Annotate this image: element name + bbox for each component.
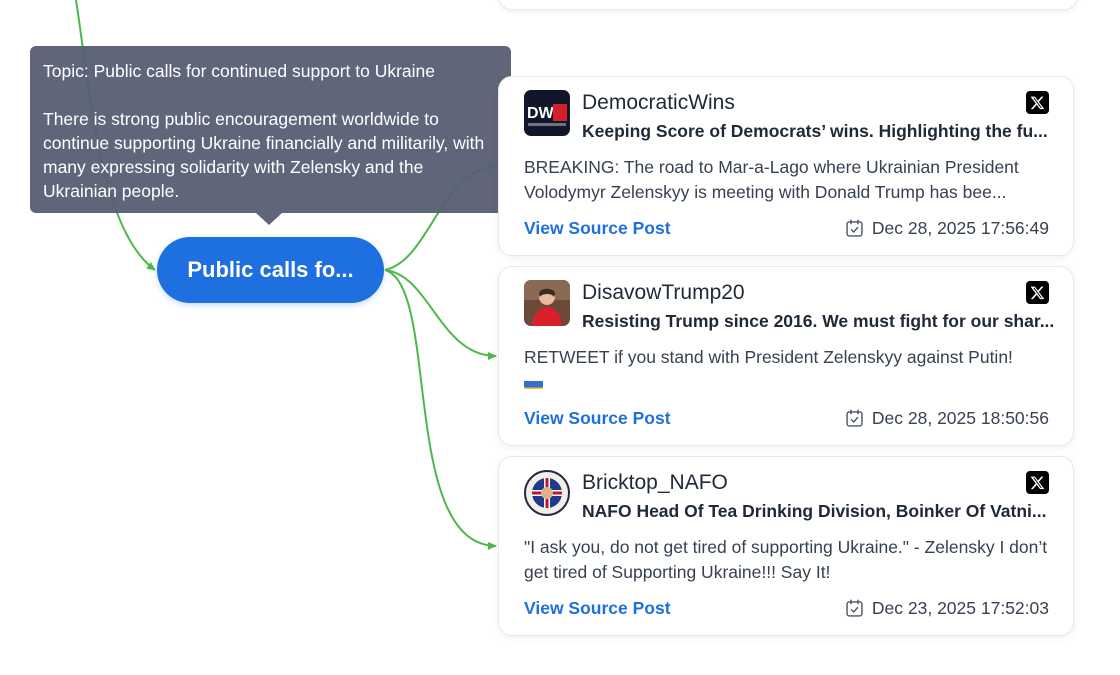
view-source-post-link[interactable]: View Source Post <box>524 218 671 239</box>
post-date-text: Dec 23, 2025 17:52:03 <box>871 598 1049 618</box>
post-text: "I ask you, do not get tired of supporti… <box>524 535 1054 585</box>
tooltip-body: There is strong public encouragement wor… <box>43 109 485 201</box>
post-text: BREAKING: The road to Mar-a-Lago where U… <box>524 155 1054 205</box>
x-logo-icon[interactable] <box>1026 471 1049 494</box>
author-name[interactable]: Bricktop_NAFO <box>582 471 728 495</box>
post-card: DisavowTrump20 Resisting Trump since 201… <box>498 266 1074 446</box>
post-text-content: "I ask you, do not get tired of supporti… <box>524 537 1048 582</box>
post-date: Dec 28, 2025 18:50:56 <box>844 408 1049 429</box>
author-bio: Keeping Score of Democrats’ wins. Highli… <box>582 121 1048 141</box>
post-text-content: BREAKING: The road to Mar-a-Lago where U… <box>524 157 1019 202</box>
author-bio: Resisting Trump since 2016. We must figh… <box>582 311 1055 331</box>
avatar: DWM <box>524 90 570 136</box>
calendar-icon <box>846 219 863 237</box>
calendar-icon <box>846 409 863 427</box>
post-date-text: Dec 28, 2025 18:50:56 <box>871 408 1049 428</box>
view-source-post-link[interactable]: View Source Post <box>524 408 671 429</box>
x-logo-icon[interactable] <box>1026 281 1049 304</box>
connector-to-post-2 <box>384 269 497 360</box>
topic-node[interactable]: Public calls fo... <box>157 237 384 303</box>
x-logo-icon[interactable] <box>1026 91 1049 114</box>
tooltip-arrow <box>256 213 282 225</box>
avatar <box>524 280 570 326</box>
previous-post-card-edge <box>498 0 1078 10</box>
avatar <box>524 470 570 516</box>
author-name[interactable]: DisavowTrump20 <box>582 281 745 305</box>
post-date: Dec 23, 2025 17:52:03 <box>844 598 1049 619</box>
tooltip-title: Topic: Public calls for continued suppor… <box>43 61 436 81</box>
connector-to-post-3 <box>384 269 497 550</box>
calendar-icon <box>846 599 863 617</box>
view-source-post-link[interactable]: View Source Post <box>524 598 671 619</box>
topic-node-label: Public calls fo... <box>187 257 354 282</box>
post-card: Bricktop_NAFO NAFO Head Of Tea Drinking … <box>498 456 1074 636</box>
post-date-text: Dec 28, 2025 17:56:49 <box>871 218 1049 238</box>
ukraine-flag-icon <box>524 376 543 389</box>
post-date: Dec 28, 2025 17:56:49 <box>844 218 1049 239</box>
post-card: DWM DemocraticWins Keeping Score of Demo… <box>498 76 1074 256</box>
author-bio: NAFO Head Of Tea Drinking Division, Boin… <box>582 501 1047 521</box>
topic-tooltip: Topic: Public calls for continued suppor… <box>30 46 511 213</box>
author-name[interactable]: DemocraticWins <box>582 91 735 115</box>
post-text: RETWEET if you stand with President Zele… <box>524 345 1054 396</box>
post-text-content: RETWEET if you stand with President Zele… <box>524 347 1013 367</box>
